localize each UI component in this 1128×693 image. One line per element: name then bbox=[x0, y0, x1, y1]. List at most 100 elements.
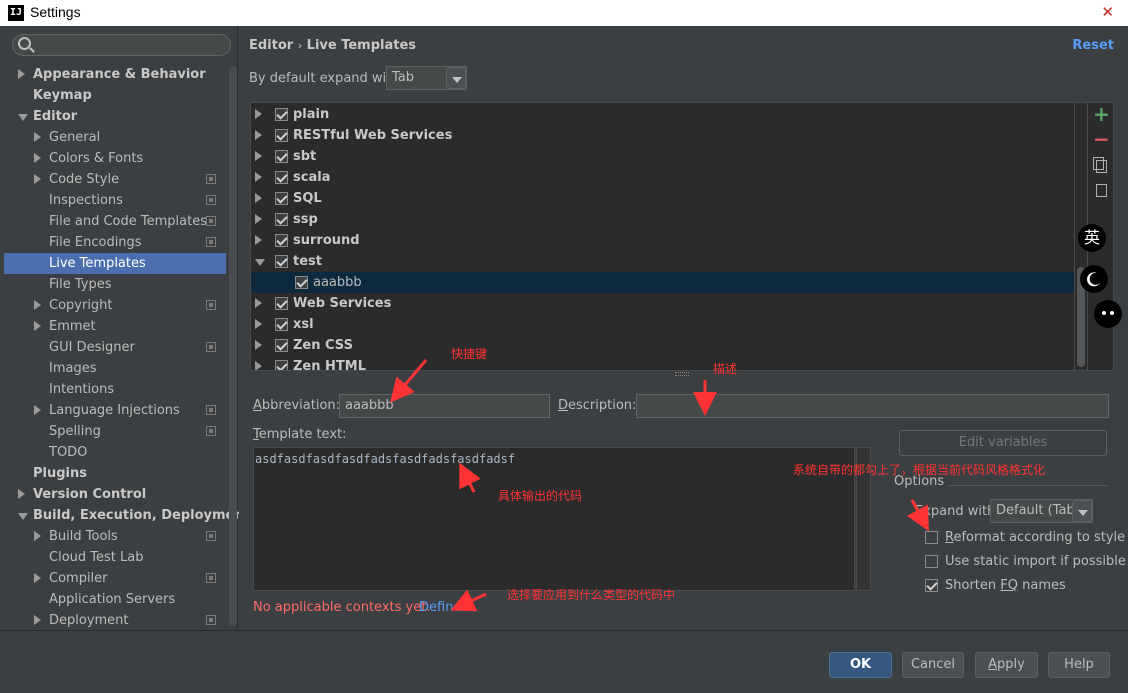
abbreviation-input[interactable]: aaabbb bbox=[339, 394, 550, 418]
template-group-row[interactable]: Zen HTML bbox=[251, 356, 1074, 370]
sidebar-item[interactable]: Build Tools bbox=[4, 526, 226, 547]
template-group-row[interactable]: surround bbox=[251, 230, 1074, 251]
template-group-row[interactable]: plain bbox=[251, 104, 1074, 125]
template-group-row[interactable]: sbt bbox=[251, 146, 1074, 167]
chevron-right-icon[interactable] bbox=[34, 321, 44, 331]
define-context-link[interactable]: Define bbox=[419, 600, 461, 615]
template-text-editor[interactable]: asdfasdfasdfasdfadsfasdfadsfasdfadsf bbox=[253, 447, 855, 591]
remove-icon[interactable]: − bbox=[1093, 129, 1110, 149]
help-button[interactable]: Help bbox=[1048, 652, 1110, 678]
chevron-down-icon[interactable] bbox=[255, 259, 265, 266]
sidebar-item[interactable]: Inspections bbox=[4, 190, 226, 211]
sidebar-item[interactable]: Spelling bbox=[4, 421, 226, 442]
sidebar-scrollbar[interactable] bbox=[229, 66, 237, 626]
template-group-row[interactable]: test bbox=[251, 251, 1074, 272]
chevron-right-icon[interactable] bbox=[255, 319, 262, 329]
chevron-right-icon[interactable] bbox=[255, 172, 262, 182]
template-expand-dropdown[interactable]: Default (Tab) bbox=[990, 499, 1093, 523]
sidebar-item[interactable]: Application Servers bbox=[4, 589, 226, 610]
sidebar-item[interactable]: TODO bbox=[4, 442, 226, 463]
chevron-right-icon[interactable] bbox=[18, 69, 28, 79]
ok-button[interactable]: OK bbox=[829, 652, 892, 678]
sidebar-item[interactable]: Cloud Test Lab bbox=[4, 547, 226, 568]
reset-link[interactable]: Reset bbox=[1072, 38, 1114, 53]
search-input[interactable] bbox=[12, 34, 231, 56]
chevron-right-icon[interactable] bbox=[18, 489, 28, 499]
sidebar-item[interactable]: Live Templates bbox=[4, 253, 226, 274]
template-enabled-checkbox[interactable] bbox=[275, 255, 288, 268]
sidebar-item[interactable]: General bbox=[4, 127, 226, 148]
chevron-right-icon[interactable] bbox=[34, 615, 44, 625]
sidebar-item[interactable]: GUI Designer bbox=[4, 337, 226, 358]
template-enabled-checkbox[interactable] bbox=[295, 276, 308, 289]
template-group-icon[interactable] bbox=[1096, 184, 1107, 197]
chevron-right-icon[interactable] bbox=[255, 235, 262, 245]
chevron-right-icon[interactable] bbox=[34, 531, 44, 541]
template-enabled-checkbox[interactable] bbox=[275, 339, 288, 352]
splitter-handle[interactable] bbox=[675, 372, 689, 376]
chevron-right-icon[interactable] bbox=[255, 340, 262, 350]
chevron-right-icon[interactable] bbox=[255, 298, 262, 308]
template-enabled-checkbox[interactable] bbox=[275, 234, 288, 247]
sidebar-item[interactable]: Compiler bbox=[4, 568, 226, 589]
sidebar-item[interactable]: Version Control bbox=[4, 484, 226, 505]
sidebar-item[interactable]: Emmet bbox=[4, 316, 226, 337]
sidebar-item[interactable]: Editor bbox=[4, 106, 226, 127]
chevron-right-icon[interactable] bbox=[255, 109, 262, 119]
chevron-down-icon[interactable] bbox=[18, 114, 28, 124]
template-enabled-checkbox[interactable] bbox=[275, 108, 288, 121]
shorten-fq-checkbox[interactable] bbox=[925, 579, 938, 592]
chevron-right-icon[interactable] bbox=[255, 130, 262, 140]
template-enabled-checkbox[interactable] bbox=[275, 129, 288, 142]
face-icon[interactable] bbox=[1094, 300, 1122, 328]
sidebar-item[interactable]: Plugins bbox=[4, 463, 226, 484]
chevron-right-icon[interactable] bbox=[255, 214, 262, 224]
chevron-right-icon[interactable] bbox=[34, 174, 44, 184]
sidebar-item[interactable]: Code Style bbox=[4, 169, 226, 190]
sidebar-item[interactable]: Images bbox=[4, 358, 226, 379]
copy-icon[interactable] bbox=[1093, 157, 1107, 173]
chevron-right-icon[interactable] bbox=[255, 151, 262, 161]
template-group-row[interactable]: Zen CSS bbox=[251, 335, 1074, 356]
description-input[interactable] bbox=[636, 394, 1109, 418]
close-icon[interactable]: ✕ bbox=[1101, 3, 1114, 21]
expand-with-dropdown[interactable]: Tab bbox=[386, 66, 467, 90]
template-group-row[interactable]: SQL bbox=[251, 188, 1074, 209]
sidebar-item[interactable]: Build, Execution, Deployment bbox=[4, 505, 250, 526]
edit-variables-button[interactable]: Edit variables bbox=[899, 430, 1107, 456]
sidebar-item[interactable]: Keymap bbox=[4, 85, 226, 106]
chevron-down-icon[interactable] bbox=[18, 513, 28, 523]
reformat-checkbox[interactable] bbox=[925, 531, 938, 544]
chevron-right-icon[interactable] bbox=[34, 405, 44, 415]
add-icon[interactable]: + bbox=[1093, 104, 1110, 124]
sidebar-item[interactable]: Deployment bbox=[4, 610, 226, 631]
template-enabled-checkbox[interactable] bbox=[275, 297, 288, 310]
template-group-row[interactable]: ssp bbox=[251, 209, 1074, 230]
sidebar-item[interactable]: Language Injections bbox=[4, 400, 226, 421]
template-group-row[interactable]: scala bbox=[251, 167, 1074, 188]
sidebar-item[interactable]: Intentions bbox=[4, 379, 226, 400]
sidebar-item[interactable]: File and Code Templates bbox=[4, 211, 226, 232]
template-enabled-checkbox[interactable] bbox=[275, 360, 288, 370]
template-group-row[interactable]: RESTful Web Services bbox=[251, 125, 1074, 146]
chevron-right-icon[interactable] bbox=[34, 153, 44, 163]
chevron-right-icon[interactable] bbox=[255, 361, 262, 370]
chevron-right-icon[interactable] bbox=[34, 132, 44, 142]
sidebar-item[interactable]: Colors & Fonts bbox=[4, 148, 226, 169]
apply-button[interactable]: Apply bbox=[975, 652, 1038, 678]
sidebar-item[interactable]: File Types bbox=[4, 274, 226, 295]
template-enabled-checkbox[interactable] bbox=[275, 213, 288, 226]
template-group-row[interactable]: xsl bbox=[251, 314, 1074, 335]
static-import-checkbox[interactable] bbox=[925, 555, 938, 568]
template-enabled-checkbox[interactable] bbox=[275, 171, 288, 184]
template-row[interactable]: aaabbb bbox=[251, 272, 1074, 293]
template-enabled-checkbox[interactable] bbox=[275, 192, 288, 205]
sidebar-item[interactable]: Copyright bbox=[4, 295, 226, 316]
cancel-button[interactable]: Cancel bbox=[902, 652, 964, 678]
template-enabled-checkbox[interactable] bbox=[275, 318, 288, 331]
chevron-right-icon[interactable] bbox=[255, 193, 262, 203]
chevron-right-icon[interactable] bbox=[34, 300, 44, 310]
ime-language-indicator[interactable]: 英 bbox=[1078, 224, 1106, 252]
sidebar-item[interactable]: Appearance & Behavior bbox=[4, 64, 226, 85]
chevron-right-icon[interactable] bbox=[34, 573, 44, 583]
